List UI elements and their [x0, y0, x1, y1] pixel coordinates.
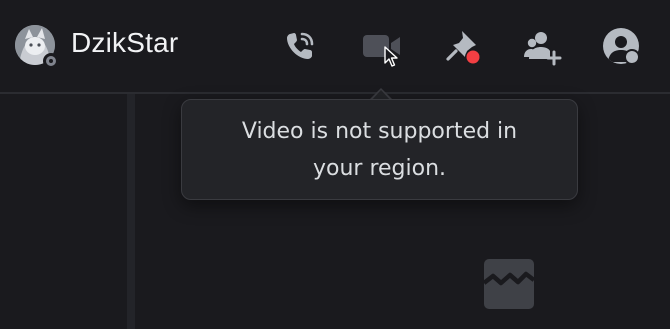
voice-call-button[interactable] — [281, 26, 321, 66]
add-friends-button[interactable] — [522, 26, 562, 66]
broken-image-icon — [482, 259, 536, 309]
pin-icon — [446, 31, 481, 65]
app-window: DzikStar Video is not supported in your … — [0, 0, 670, 329]
user-profile-icon — [603, 28, 640, 65]
phone-call-icon — [287, 32, 314, 59]
mouse-cursor-icon — [384, 46, 398, 67]
video-unsupported-tooltip: Video is not supported in your region. — [181, 99, 578, 200]
pinned-messages-button[interactable] — [443, 26, 483, 66]
placeholder-image — [482, 259, 536, 309]
sidebar-divider — [127, 94, 135, 329]
dm-header: DzikStar — [0, 0, 670, 94]
tooltip-text: Video is not supported in your region. — [241, 118, 518, 181]
avatar[interactable] — [15, 25, 59, 69]
notification-badge-icon — [466, 50, 480, 64]
page-title: DzikStar — [71, 27, 179, 58]
user-profile-button[interactable] — [601, 26, 641, 66]
add-user-icon — [524, 32, 562, 66]
status-indicator-icon — [43, 53, 59, 69]
